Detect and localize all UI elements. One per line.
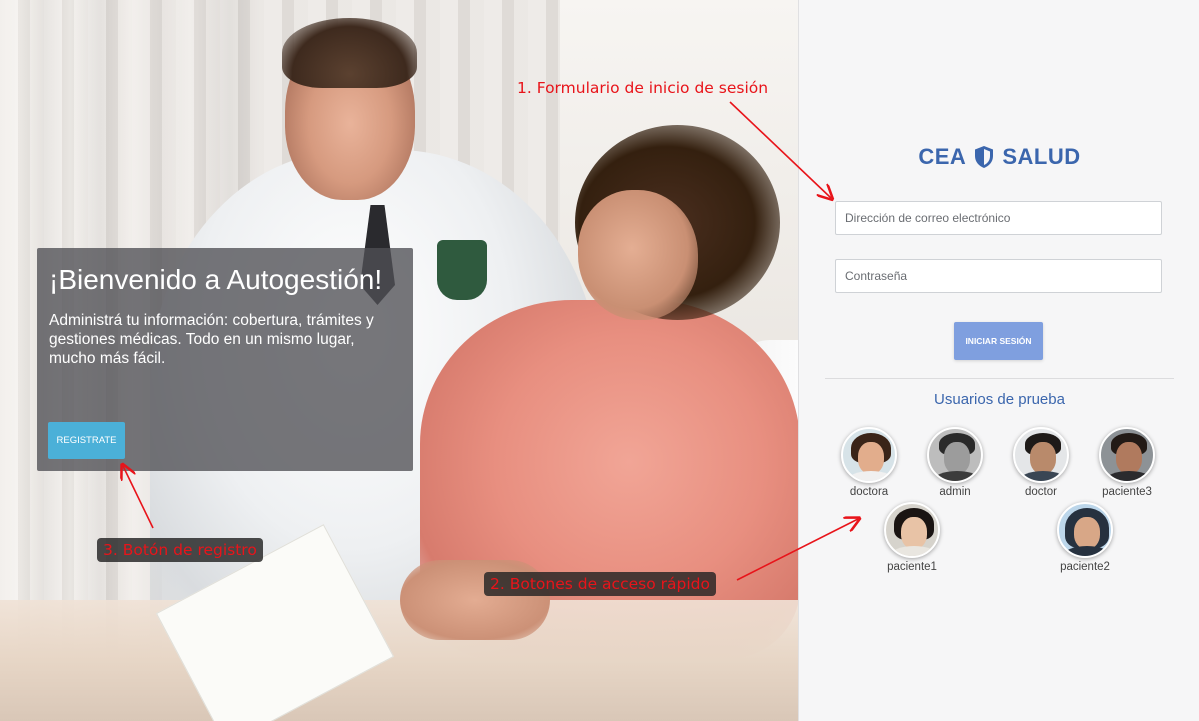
test-users-title: Usuarios de prueba	[934, 391, 1065, 408]
test-user-label: admin	[939, 486, 971, 498]
avatar	[927, 427, 983, 483]
test-user-admin[interactable]: admin	[915, 427, 995, 498]
brand-logo: CEA SALUD	[799, 144, 1199, 170]
test-user-doctora[interactable]: doctora	[829, 427, 909, 498]
test-user-paciente1[interactable]: paciente1	[872, 502, 952, 573]
annotation-quick-access: 2. Botones de acceso rápido	[484, 572, 716, 596]
logo-text-left: CEA	[918, 144, 967, 169]
patient-face	[578, 190, 698, 320]
annotation-form: 1. Formulario de inicio de sesión	[517, 79, 769, 97]
doctor-hair	[282, 18, 417, 88]
register-button[interactable]: REGISTRATE	[48, 422, 125, 459]
welcome-card: ¡Bienvenido a Autogestión! Administrá tu…	[37, 248, 413, 471]
test-user-label: doctor	[1025, 486, 1057, 498]
test-user-label: paciente3	[1102, 486, 1152, 498]
test-user-paciente3[interactable]: paciente3	[1087, 427, 1167, 498]
email-field[interactable]	[835, 201, 1162, 235]
avatar	[884, 502, 940, 558]
avatar	[841, 427, 897, 483]
test-user-label: paciente1	[887, 561, 937, 573]
test-user-doctor[interactable]: doctor	[1001, 427, 1081, 498]
welcome-description: Administrá tu información: cobertura, tr…	[49, 312, 374, 367]
login-panel: CEA SALUD INICIAR SESIÓN Usuarios de pru…	[798, 0, 1199, 721]
annotation-register: 3. Botón de registro	[97, 538, 263, 562]
avatar	[1013, 427, 1069, 483]
login-button[interactable]: INICIAR SESIÓN	[954, 322, 1043, 360]
password-field[interactable]	[835, 259, 1162, 293]
blanket	[0, 600, 798, 721]
logo-text-right: SALUD	[1002, 144, 1081, 169]
avatar	[1099, 427, 1155, 483]
avatar	[1057, 502, 1113, 558]
shield-icon	[975, 146, 994, 168]
welcome-title: ¡Bienvenido a Autogestión!	[49, 264, 383, 295]
test-user-paciente2[interactable]: paciente2	[1045, 502, 1125, 573]
test-user-label: paciente2	[1060, 561, 1110, 573]
test-user-label: doctora	[849, 486, 889, 498]
doctor-badge	[437, 240, 487, 300]
divider	[825, 378, 1174, 379]
